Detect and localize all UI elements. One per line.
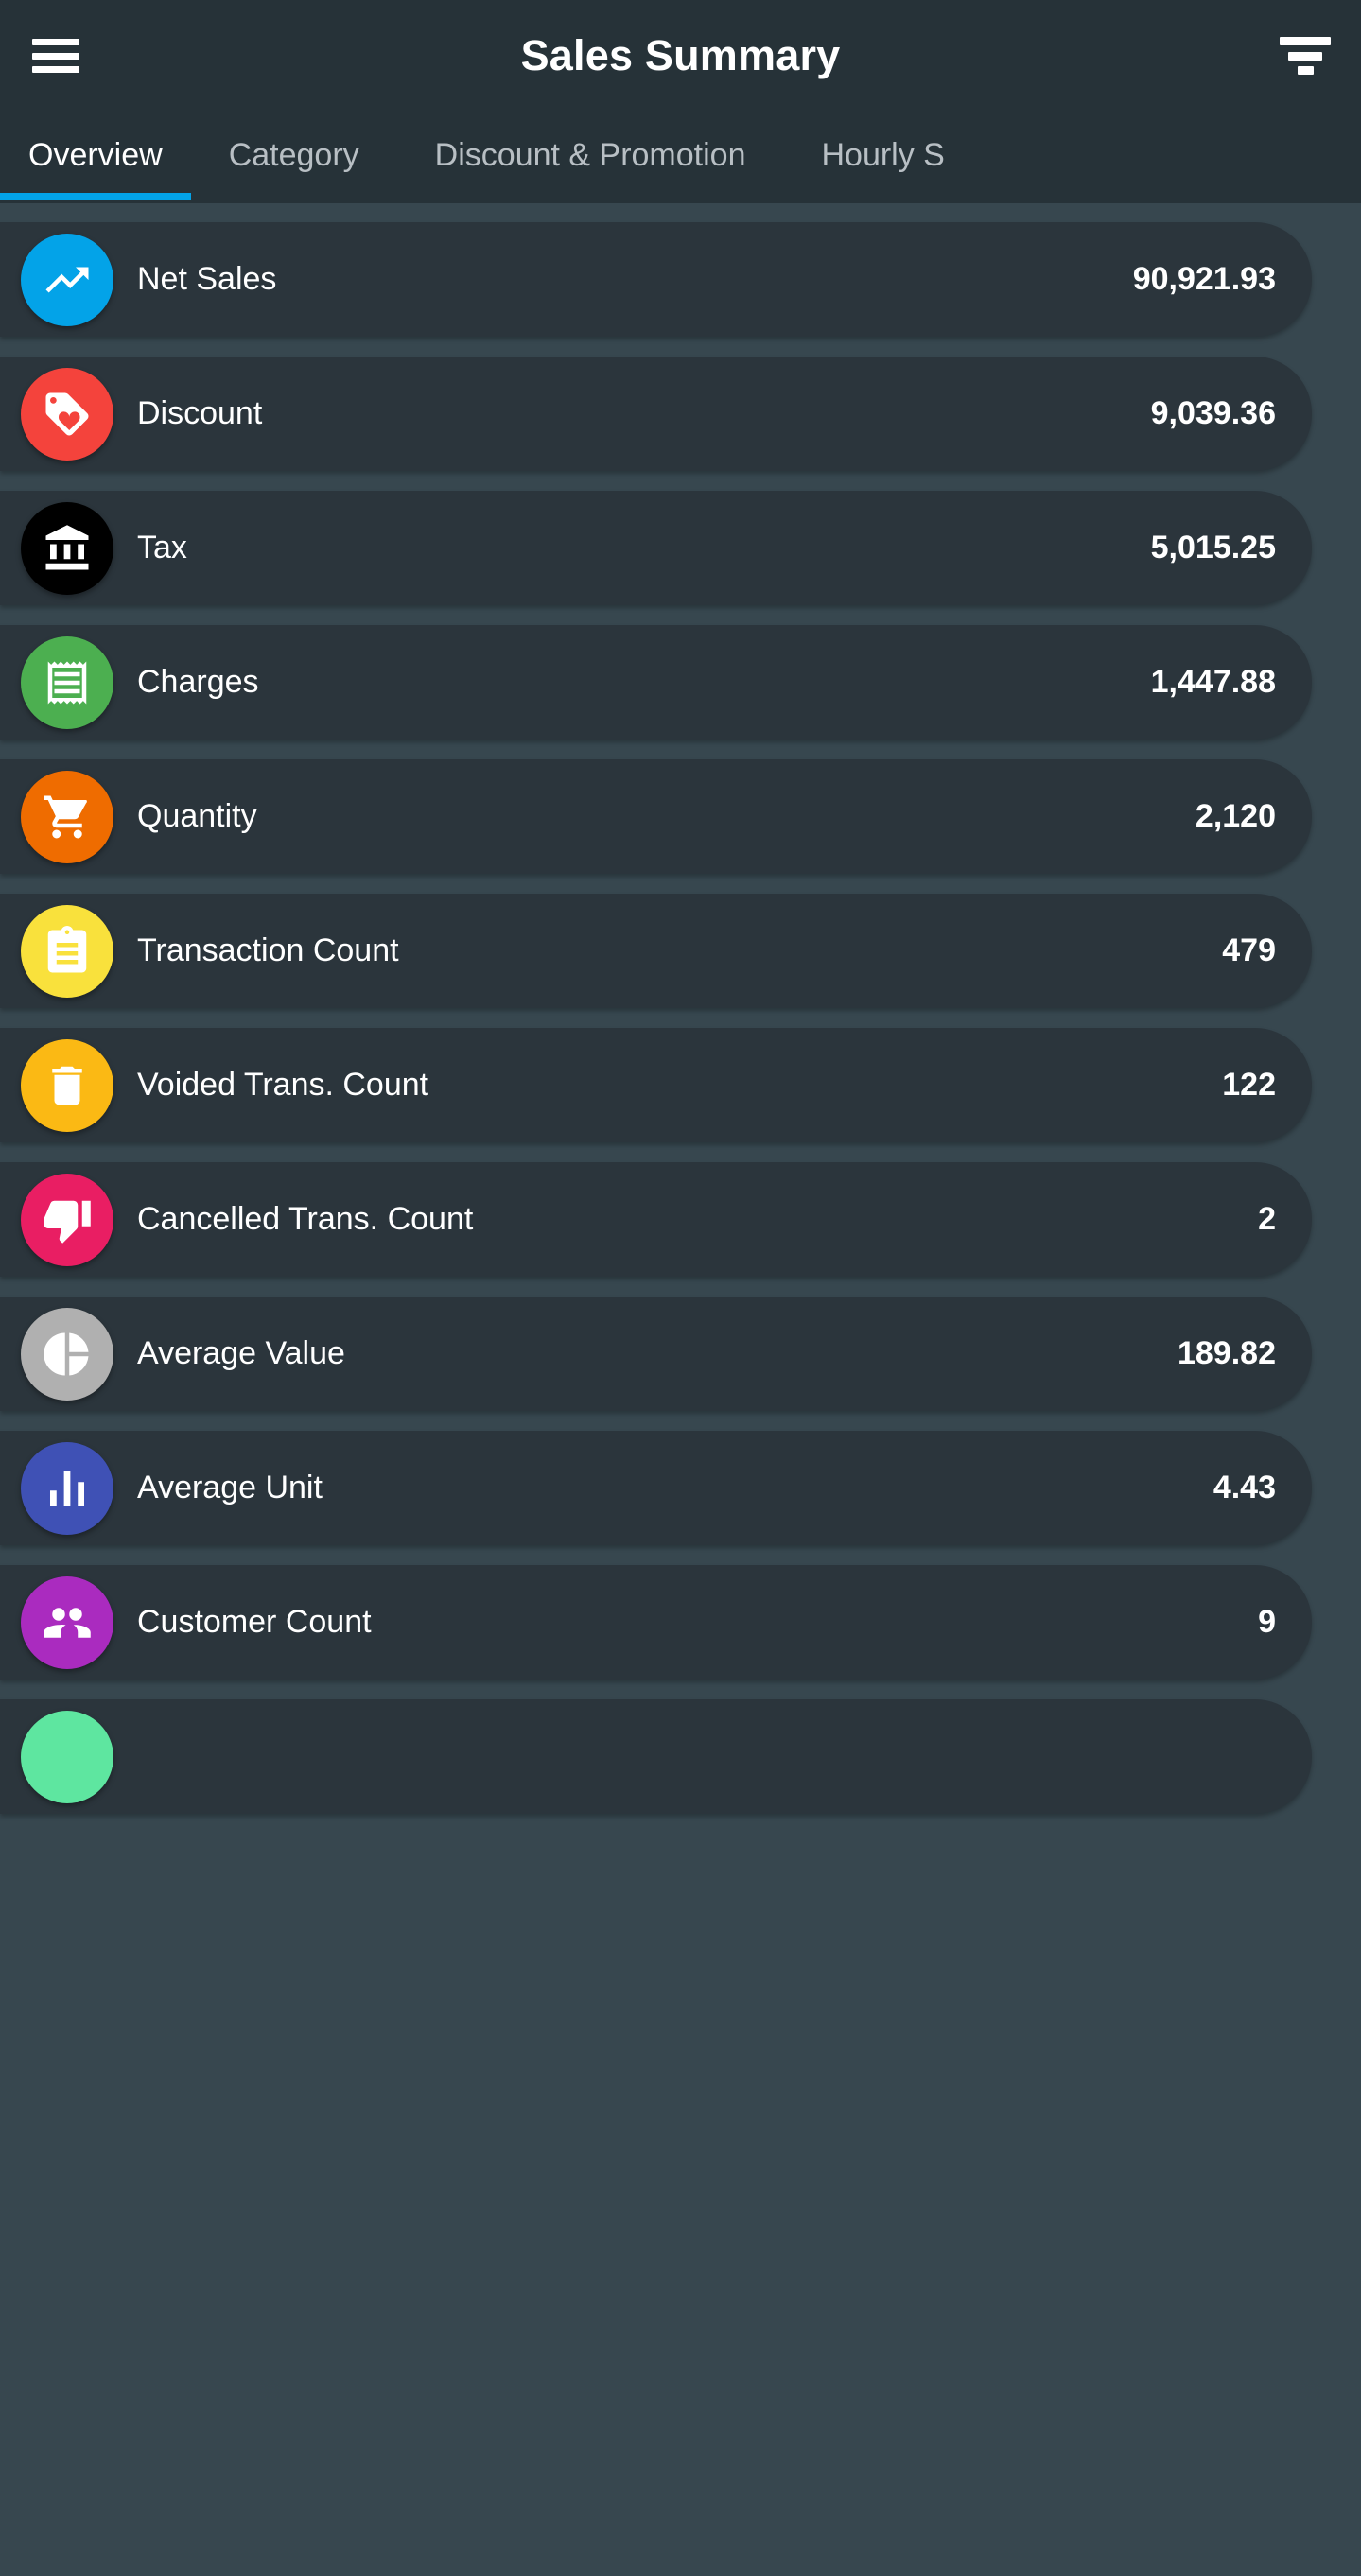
shopping-cart-icon [21, 770, 113, 863]
row-value: 90,921.93 [1132, 261, 1276, 297]
row-label: Quantity [137, 798, 257, 834]
row-value: 9,039.36 [1150, 395, 1276, 431]
bank-icon [21, 501, 113, 595]
table-row-partial[interactable] [0, 1699, 1312, 1814]
row-value: 1,447.88 [1150, 664, 1276, 700]
tab-label: Discount & Promotion [434, 137, 746, 173]
tab-label: Category [228, 137, 359, 173]
row-value: 479 [1222, 932, 1276, 968]
app-bar: Sales Summary [0, 0, 1361, 112]
table-row[interactable]: Net Sales 90,921.93 [0, 222, 1312, 337]
menu-button[interactable] [0, 0, 112, 112]
trending-up-icon [21, 233, 113, 326]
row-value: 2,120 [1195, 798, 1276, 834]
tab-discount-promotion[interactable]: Discount & Promotion [397, 112, 784, 200]
table-row[interactable]: Average Value 189.82 [0, 1297, 1312, 1411]
people-icon [21, 1575, 113, 1669]
pie-chart-icon [21, 1307, 113, 1401]
row-label: Cancelled Trans. Count [137, 1201, 474, 1237]
row-label: Voided Trans. Count [137, 1067, 429, 1103]
row-label: Customer Count [137, 1604, 372, 1640]
filter-list-icon [1280, 37, 1331, 75]
row-value: 2 [1258, 1201, 1276, 1237]
row-label: Tax [137, 530, 187, 566]
tab-hourly-sales[interactable]: Hourly S [783, 112, 982, 200]
tab-label: Hourly S [821, 137, 945, 173]
row-label: Transaction Count [137, 932, 399, 968]
table-row[interactable]: Discount 9,039.36 [0, 357, 1312, 471]
thumb-down-icon [21, 1173, 113, 1266]
row-value: 189.82 [1178, 1335, 1276, 1371]
table-row[interactable]: Quantity 2,120 [0, 759, 1312, 874]
row-value: 4.43 [1213, 1470, 1276, 1506]
row-label: Charges [137, 664, 259, 700]
tab-category[interactable]: Category [191, 112, 397, 200]
row-label: Discount [137, 395, 263, 431]
table-row[interactable]: Tax 5,015.25 [0, 491, 1312, 605]
loyalty-tag-icon [21, 367, 113, 461]
row-label: Average Unit [137, 1470, 323, 1506]
row-value: 9 [1258, 1604, 1276, 1640]
trash-icon [21, 1038, 113, 1132]
receipt-icon [21, 635, 113, 729]
partial-row-icon [21, 1710, 113, 1803]
row-value: 122 [1222, 1067, 1276, 1103]
row-label: Average Value [137, 1335, 345, 1371]
table-row[interactable]: Average Unit 4.43 [0, 1431, 1312, 1545]
table-row[interactable]: Customer Count 9 [0, 1565, 1312, 1680]
hamburger-menu-icon [32, 39, 79, 73]
tab-overview[interactable]: Overview [0, 112, 191, 200]
tab-label: Overview [28, 137, 163, 173]
row-value: 5,015.25 [1150, 530, 1276, 566]
table-row[interactable]: Transaction Count 479 [0, 894, 1312, 1008]
clipboard-icon [21, 904, 113, 998]
row-label: Net Sales [137, 261, 277, 297]
table-row[interactable]: Voided Trans. Count 122 [0, 1028, 1312, 1142]
tab-bar[interactable]: Overview Category Discount & Promotion H… [0, 112, 1361, 203]
table-row[interactable]: Cancelled Trans. Count 2 [0, 1162, 1312, 1277]
filter-button[interactable] [1249, 0, 1361, 112]
summary-list: Net Sales 90,921.93 Discount 9,039.36 Ta… [0, 203, 1361, 1814]
page-title: Sales Summary [520, 31, 841, 79]
table-row[interactable]: Charges 1,447.88 [0, 625, 1312, 740]
bar-chart-icon [21, 1441, 113, 1535]
